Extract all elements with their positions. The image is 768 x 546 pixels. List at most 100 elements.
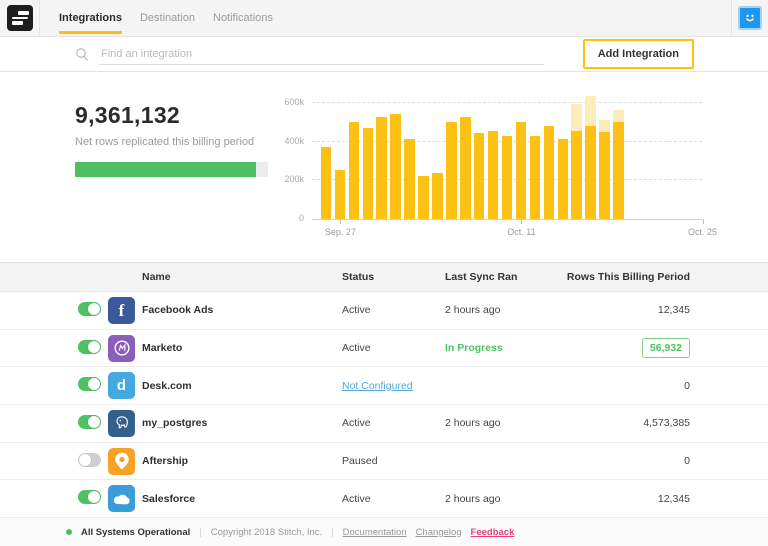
integration-toggle[interactable] (78, 415, 101, 429)
replication-chart: 0200k400k600kSep. 27Oct. 11Oct. 25 (268, 72, 768, 262)
app-window: IntegrationsDestinationNotifications Add… (0, 0, 768, 546)
tab-notifications[interactable]: Notifications (204, 0, 282, 36)
gridline-600k (312, 102, 702, 103)
chart-bar (390, 114, 401, 219)
integration-toggle[interactable] (78, 340, 101, 354)
changelog-link[interactable]: Changelog (416, 527, 462, 538)
integrations-table: fFacebook AdsActive2 hours ago12,345Mark… (0, 292, 768, 518)
column-status: Status (342, 271, 445, 283)
y-axis-label: 0 (270, 213, 304, 223)
table-row: d Desk.comNot Configured 0 (0, 367, 768, 405)
chart-bar (599, 132, 610, 219)
chart-bar (488, 131, 499, 219)
status-cell: Active (342, 493, 445, 505)
status-cell: Paused (342, 455, 445, 467)
search-input[interactable] (99, 44, 544, 65)
feedback-link[interactable]: Feedback (471, 527, 515, 538)
chart-bar-projection (599, 120, 610, 132)
chart-bar (404, 139, 415, 219)
x-axis-tick (703, 219, 704, 224)
chart-bar (571, 131, 582, 219)
integration-name[interactable]: Facebook Ads (142, 304, 342, 316)
nav-tabs: IntegrationsDestinationNotifications (50, 0, 282, 36)
chart-bar (363, 128, 374, 219)
y-axis-label: 600k (270, 97, 304, 107)
integration-name[interactable]: my_postgres (142, 417, 342, 429)
chart-bar-projection (571, 104, 582, 131)
add-integration-button[interactable]: Add Integration (583, 39, 694, 69)
column-last-sync: Last Sync Ran (445, 271, 550, 283)
status-cell: Not Configured (342, 380, 445, 392)
chart-bar (502, 136, 513, 219)
integration-name[interactable]: Salesforce (142, 493, 342, 505)
chart-bar (585, 126, 596, 219)
documentation-link[interactable]: Documentation (343, 527, 407, 538)
integration-toggle[interactable] (78, 377, 101, 391)
integration-toggle[interactable] (78, 302, 101, 316)
stitch-logo-badge (7, 5, 33, 31)
rows-cell: 12,345 (550, 304, 690, 316)
status-dot-icon (66, 529, 72, 535)
integration-toggle[interactable] (78, 490, 101, 504)
table-header: Name Status Last Sync Ran Rows This Bill… (0, 262, 768, 292)
chart-bar (335, 170, 346, 219)
search-row: Add Integration (0, 37, 768, 72)
integration-toggle[interactable] (78, 453, 101, 467)
chart-bar (376, 117, 387, 219)
table-row: SalesforceActive2 hours ago12,345 (0, 480, 768, 518)
tab-destination[interactable]: Destination (131, 0, 204, 36)
active-tab-underline (59, 31, 122, 34)
x-axis-label: Oct. 25 (688, 227, 717, 237)
net-rows-caption: Net rows replicated this billing period (75, 136, 268, 148)
status-cell: Active (342, 304, 445, 316)
chart-bar (516, 122, 527, 219)
x-axis-tick (521, 219, 522, 224)
status-cell: Active (342, 417, 445, 429)
search-icon (75, 47, 90, 62)
rows-highlight-badge: 56,932 (642, 338, 690, 358)
integration-name[interactable]: Marketo (142, 342, 342, 354)
rows-cell: 56,932 (550, 338, 690, 358)
chart-bar (530, 136, 541, 219)
column-rows: Rows This Billing Period (550, 271, 690, 283)
chart-bar (460, 117, 471, 219)
last-sync-cell: 2 hours ago (445, 417, 550, 429)
marketo-icon[interactable] (108, 335, 135, 362)
copyright: Copyright 2018 Stitch, Inc. (211, 527, 322, 538)
not-configured-link[interactable]: Not Configured (342, 380, 413, 392)
billing-progress-fill (75, 162, 256, 177)
billing-progress-bar (75, 162, 268, 177)
column-name: Name (142, 271, 342, 283)
metrics-section: 9,361,132 Net rows replicated this billi… (0, 72, 768, 262)
postgres-icon[interactable] (108, 410, 135, 437)
chart-bar-projection (585, 96, 596, 126)
rows-cell: 0 (550, 380, 690, 392)
chart-bar (418, 176, 429, 219)
desk-icon[interactable]: d (108, 372, 135, 399)
smiley-icon (743, 11, 757, 25)
tab-integrations[interactable]: Integrations (50, 0, 131, 36)
integration-name[interactable]: Aftership (142, 455, 342, 467)
x-axis-tick (340, 219, 341, 224)
table-row: AftershipPaused 0 (0, 443, 768, 481)
chart-bar (558, 139, 569, 219)
billing-summary: 9,361,132 Net rows replicated this billi… (75, 72, 268, 262)
salesforce-icon[interactable] (108, 485, 135, 512)
chart-bar (432, 173, 443, 219)
net-rows-value: 9,361,132 (75, 102, 268, 129)
footer: All Systems Operational | Copyright 2018… (0, 518, 768, 546)
last-sync-cell: 2 hours ago (445, 304, 550, 316)
stitch-logo[interactable] (0, 0, 40, 36)
last-sync-cell: 2 hours ago (445, 493, 550, 505)
system-status: All Systems Operational (81, 527, 190, 538)
aftership-icon[interactable] (108, 448, 135, 475)
facebook-icon[interactable]: f (108, 297, 135, 324)
chart-bar (446, 122, 457, 219)
chat-widget-button[interactable] (738, 6, 762, 30)
table-row: MarketoActiveIn Progress56,932 (0, 330, 768, 368)
table-row: my_postgresActive2 hours ago4,573,385 (0, 405, 768, 443)
rows-cell: 0 (550, 455, 690, 467)
chart-bar (544, 126, 555, 219)
integration-name[interactable]: Desk.com (142, 380, 342, 392)
chart-plot-area: 0200k400k600kSep. 27Oct. 11Oct. 25 (312, 90, 702, 220)
